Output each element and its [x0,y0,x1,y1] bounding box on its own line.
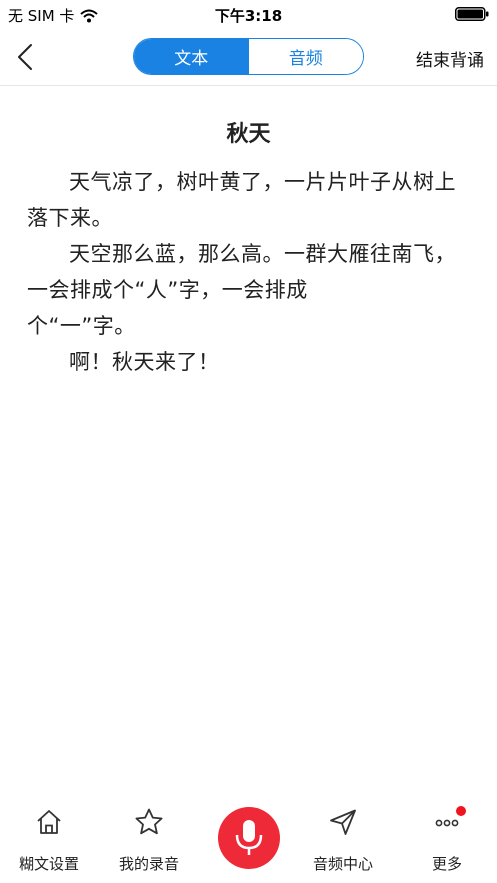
nav-bar: 文本 音频 结束背诵 [0,28,497,86]
tab-text[interactable]: 文本 [134,39,249,74]
article-paragraph: 个“一”字。 [27,314,136,338]
status-time: 下午3:18 [214,7,283,25]
record-button[interactable] [218,807,280,869]
audio-center-label: 音频中心 [312,855,373,873]
more-icon-wrap [432,806,466,837]
back-chevron-icon[interactable] [12,42,40,72]
battery-icon [455,7,489,21]
status-bar: 无 SIM 卡 下午3:18 [0,0,497,28]
mode-segmented-control: 文本 音频 [133,38,364,75]
my-recordings-label: 我的录音 [118,855,179,873]
notification-badge [456,806,466,816]
bottom-toolbar: 糊文设置 我的录音 音频中心 更多 [0,795,497,883]
article-paragraph: 天空那么蓝，那么高。一群大雁往南飞，一会排成个“人”字，一会排成 [27,242,456,302]
my-recordings-button[interactable]: 我的录音 [104,807,194,874]
text-settings-label: 糊文设置 [18,855,79,873]
end-recitation-button[interactable]: 结束背诵 [416,46,484,71]
home-icon [37,810,61,834]
tab-audio[interactable]: 音频 [248,39,363,74]
star-icon [135,808,163,835]
article-paragraph: 天气凉了，树叶黄了，一片片叶子从树上落下来。 [27,170,456,230]
text-settings-button[interactable]: 糊文设置 [4,807,94,874]
article-title: 秋天 [226,122,271,147]
microphone-icon [235,820,263,855]
more-button[interactable]: 更多 [402,806,492,874]
send-icon [330,809,356,835]
more-label: 更多 [431,855,462,873]
article-paragraph: 啊！秋天来了！ [69,350,220,374]
audio-center-button[interactable]: 音频中心 [298,807,388,874]
